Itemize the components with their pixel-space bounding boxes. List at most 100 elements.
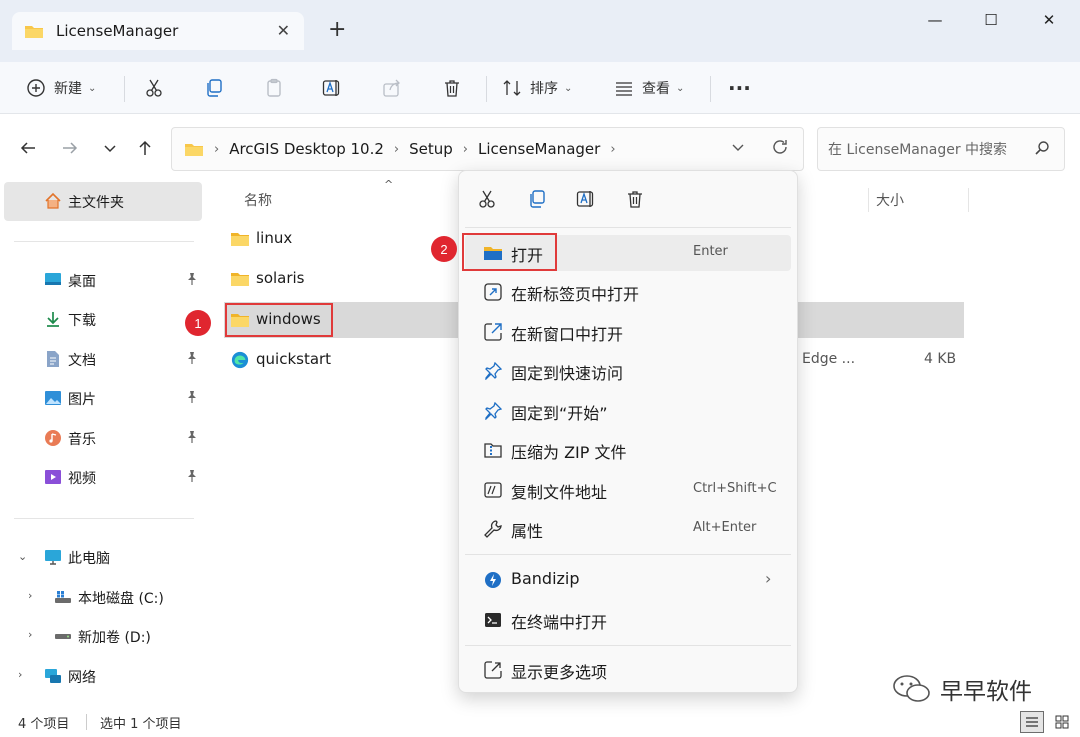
sidebar-item-label: 网络 <box>68 670 96 686</box>
file-name: quickstart <box>256 350 332 368</box>
column-header-size[interactable]: 大小 <box>876 190 904 210</box>
tab-license-manager[interactable]: LicenseManager ✕ <box>12 12 304 50</box>
search-input[interactable]: 在 LicenseManager 中搜索 <box>817 127 1065 171</box>
chevron-right-icon: › <box>765 569 772 588</box>
pin-icon[interactable] <box>186 469 198 483</box>
minimize-button[interactable]: — <box>910 8 960 32</box>
sidebar-item-label: 本地磁盘 (C:) <box>78 591 164 607</box>
ctx-cut-button[interactable] <box>475 187 499 211</box>
folder-icon <box>231 273 249 286</box>
breadcrumb-segment[interactable]: LicenseManager <box>478 140 600 158</box>
command-bar: 新建 ⌄ 排序 ⌄ 查看 ⌄ ··· <box>0 62 1080 114</box>
menu-item-properties[interactable]: 属性 Alt+Enter <box>465 511 791 547</box>
title-bar: LicenseManager ✕ + — ☐ ✕ <box>0 0 1080 62</box>
folder-icon <box>25 26 43 38</box>
highlight-box <box>225 303 333 337</box>
menu-item-pin-quick-access[interactable]: 固定到快速访问 <box>465 353 791 389</box>
file-type: Edge ... <box>802 351 856 367</box>
network-icon <box>45 669 61 683</box>
sidebar-item-drive-d[interactable]: › 新加卷 (D:) <box>0 617 208 655</box>
sidebar-item-label: 新加卷 (D:) <box>78 630 151 646</box>
ctx-copy-button[interactable] <box>525 187 549 211</box>
sidebar-item-drive-c[interactable]: › 本地磁盘 (C:) <box>0 578 208 616</box>
status-divider <box>86 714 87 730</box>
breadcrumb-segment[interactable]: ArcGIS Desktop 10.2 <box>229 140 384 158</box>
sidebar-item-downloads[interactable]: 下载 <box>0 300 208 338</box>
edge-icon <box>231 351 249 369</box>
menu-item-open-terminal[interactable]: 在终端中打开 <box>465 602 791 638</box>
maximize-button[interactable]: ☐ <box>966 8 1016 32</box>
paste-icon <box>267 78 281 97</box>
details-view-button[interactable] <box>1020 711 1044 733</box>
rename-button[interactable] <box>322 72 342 104</box>
tab-title: LicenseManager <box>56 22 179 40</box>
share-icon <box>383 79 400 97</box>
menu-item-pin-start[interactable]: 固定到“开始” <box>465 393 791 429</box>
back-button[interactable] <box>16 136 40 160</box>
sidebar-item-label: 文档 <box>68 353 96 369</box>
menu-item-label: 属性 <box>511 522 544 541</box>
breadcrumb-segment[interactable]: Setup <box>409 140 453 158</box>
cut-button[interactable] <box>144 72 164 104</box>
more-options-button[interactable]: ··· <box>728 72 751 104</box>
menu-item-copy-path[interactable]: 复制文件地址 Ctrl+Shift+C <box>465 472 791 508</box>
breadcrumb-chevron-icon[interactable]: › <box>214 142 219 157</box>
new-tab-button[interactable]: + <box>328 18 346 42</box>
menu-item-bandizip[interactable]: Bandizip › <box>465 562 791 598</box>
expand-chevron-icon[interactable]: › <box>18 668 22 681</box>
address-dropdown-button[interactable] <box>731 140 745 158</box>
menu-item-label: 固定到快速访问 <box>511 364 624 383</box>
paste-button[interactable] <box>264 72 284 104</box>
breadcrumb-chevron-icon[interactable]: › <box>463 142 468 157</box>
tab-close-icon[interactable]: ✕ <box>277 21 290 40</box>
pin-icon[interactable] <box>186 351 198 365</box>
share-button[interactable] <box>382 72 402 104</box>
item-count: 4 个项目 <box>18 717 70 732</box>
up-button[interactable] <box>133 136 157 160</box>
search-placeholder: 在 LicenseManager 中搜索 <box>828 142 1008 158</box>
sidebar-item-videos[interactable]: 视频 <box>0 458 208 496</box>
menu-item-open-new-window[interactable]: 在新窗口中打开 <box>465 314 791 350</box>
sidebar-item-pictures[interactable]: 图片 <box>0 379 208 417</box>
expand-chevron-icon[interactable]: ⌄ <box>18 550 27 563</box>
pin-icon[interactable] <box>186 272 198 286</box>
menu-item-show-more[interactable]: 显示更多选项 <box>465 652 791 688</box>
highlight-box <box>462 233 557 271</box>
recent-locations-button[interactable] <box>98 136 122 160</box>
sort-button[interactable]: 排序 ⌄ <box>502 72 572 104</box>
breadcrumb-chevron-icon[interactable]: › <box>610 142 615 157</box>
menu-item-label: 固定到“开始” <box>511 404 608 423</box>
desktop-icon <box>45 273 61 285</box>
folder-icon <box>185 144 203 156</box>
tiles-view-button[interactable] <box>1050 711 1074 733</box>
menu-item-compress-zip[interactable]: 压缩为 ZIP 文件 <box>465 432 791 468</box>
ctx-rename-button[interactable] <box>574 187 598 211</box>
sidebar-item-this-pc[interactable]: ⌄ 此电脑 <box>0 538 208 576</box>
copy-button[interactable] <box>204 72 224 104</box>
chevron-down-icon <box>104 145 116 153</box>
sidebar-item-documents[interactable]: 文档 <box>0 340 208 378</box>
expand-chevron-icon[interactable]: › <box>28 589 32 602</box>
delete-button[interactable] <box>442 72 462 104</box>
expand-chevron-icon[interactable]: › <box>28 628 32 641</box>
menu-item-open-new-tab[interactable]: 在新标签页中打开 <box>465 274 791 310</box>
ctx-delete-button[interactable] <box>623 187 647 211</box>
pin-icon[interactable] <box>186 390 198 404</box>
trash-icon <box>445 80 459 97</box>
new-button[interactable]: 新建 ⌄ <box>26 72 96 104</box>
sidebar-item-music[interactable]: 音乐 <box>0 419 208 457</box>
sidebar-item-home[interactable]: 主文件夹 <box>4 182 202 221</box>
column-header-name[interactable]: 名称 <box>244 190 272 210</box>
forward-button[interactable] <box>58 136 82 160</box>
refresh-button[interactable] <box>771 138 789 160</box>
toolbar-divider <box>710 76 711 102</box>
pin-icon[interactable] <box>186 430 198 444</box>
plus-circle-icon <box>27 79 45 97</box>
sidebar-item-desktop[interactable]: 桌面 <box>0 261 208 299</box>
view-button[interactable]: 查看 ⌄ <box>614 72 684 104</box>
pin-start-icon <box>483 401 503 421</box>
address-bar[interactable]: › ArcGIS Desktop 10.2 › Setup › LicenseM… <box>171 127 804 171</box>
close-window-button[interactable]: ✕ <box>1024 8 1074 32</box>
sidebar-item-network[interactable]: › 网络 <box>0 657 208 695</box>
breadcrumb-chevron-icon[interactable]: › <box>394 142 399 157</box>
